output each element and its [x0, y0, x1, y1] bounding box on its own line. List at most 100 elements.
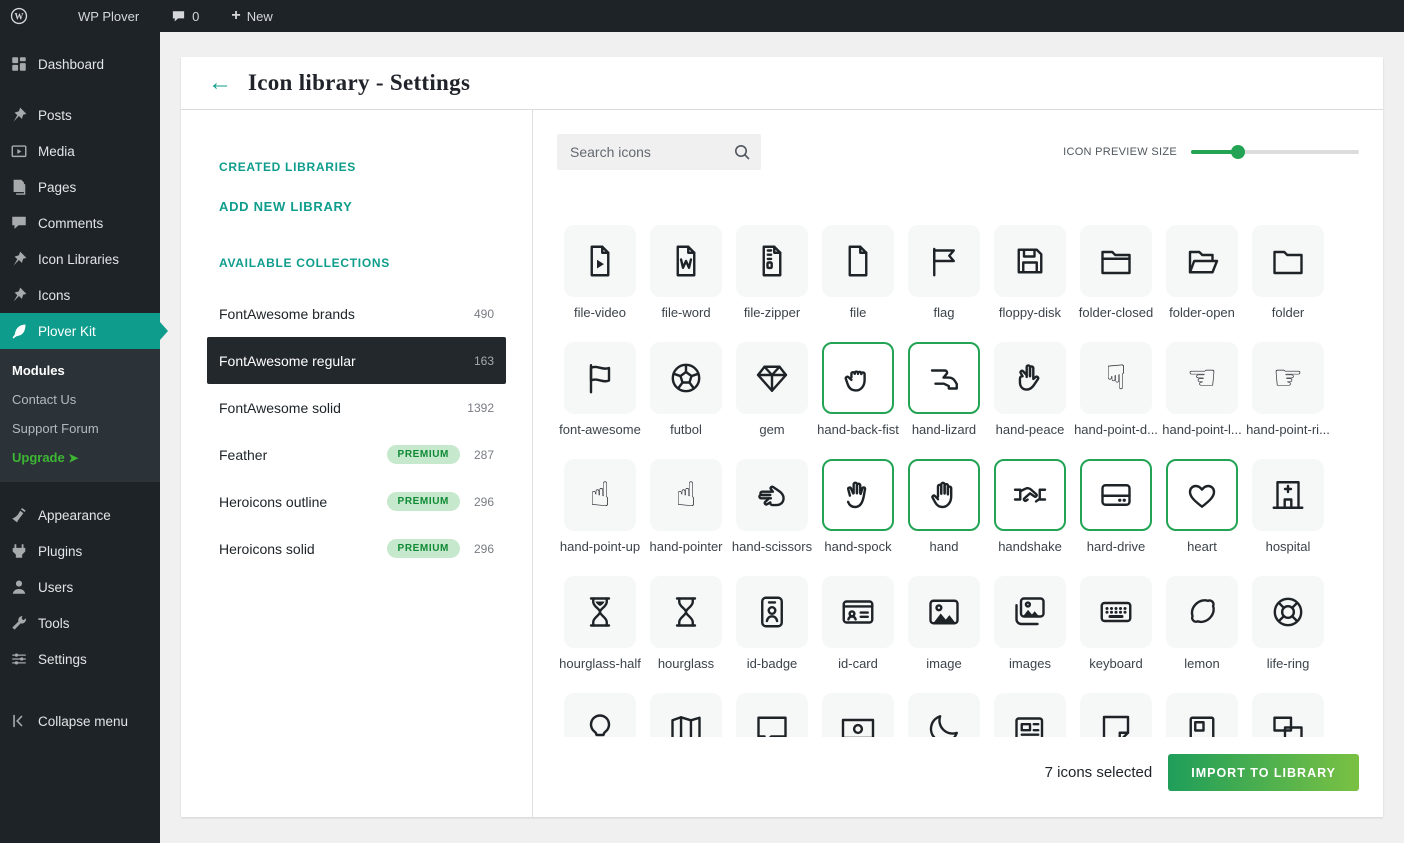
hourglass-icon: [668, 594, 704, 630]
sidebar-item-icons[interactable]: Icons: [0, 277, 160, 313]
submenu-item-upgrade[interactable]: Upgrade ➤: [0, 443, 160, 472]
sidebar-item-icon-libraries[interactable]: Icon Libraries: [0, 241, 160, 277]
icon-tile-font-awesome[interactable]: [564, 342, 636, 414]
icon-tile-object-ungroup[interactable]: [1252, 693, 1324, 737]
icon-tile-file-word[interactable]: [650, 225, 722, 297]
icon-tile-handshake[interactable]: [994, 459, 1066, 531]
icon-label: image: [926, 656, 961, 671]
icon-tile-futbol[interactable]: [650, 342, 722, 414]
icon-tile-newspaper[interactable]: [994, 693, 1066, 737]
icon-cell-object-ungroup: [1245, 693, 1331, 737]
submenu-item-contact-us[interactable]: Contact Us: [0, 385, 160, 414]
icon-tile-gem[interactable]: [736, 342, 808, 414]
icon-cell-futbol: futbol: [643, 342, 729, 437]
sidebar-item-media[interactable]: Media: [0, 133, 160, 169]
icon-tile-hand-back-fist[interactable]: [822, 342, 894, 414]
icon-tile-file-zipper[interactable]: [736, 225, 808, 297]
sidebar-item-label: Tools: [38, 616, 70, 631]
icon-tile-folder-closed[interactable]: [1080, 225, 1152, 297]
icon-cell-hand: hand: [901, 459, 987, 554]
icon-tile-hand[interactable]: [908, 459, 980, 531]
icon-tile-hand-point-left[interactable]: ☜: [1166, 342, 1238, 414]
sidebar-item-collapse-menu[interactable]: Collapse menu: [0, 703, 160, 739]
icon-tile-heart[interactable]: [1166, 459, 1238, 531]
icon-tile-file[interactable]: [822, 225, 894, 297]
sidebar-item-posts[interactable]: Posts: [0, 97, 160, 133]
icon-cell-font-awesome: font-awesome: [557, 342, 643, 437]
icon-cell-moon: [901, 693, 987, 737]
slider-thumb[interactable]: [1231, 145, 1245, 159]
collection-row-feather[interactable]: FeatherPREMIUM287: [207, 431, 506, 478]
hand-pointer-icon: ☝: [676, 478, 697, 512]
svg-text:W: W: [15, 12, 24, 22]
premium-badge: PREMIUM: [387, 539, 460, 558]
import-to-library-button[interactable]: IMPORT TO LIBRARY: [1168, 754, 1359, 791]
icon-tile-hourglass[interactable]: [650, 576, 722, 648]
sidebar-item-appearance[interactable]: Appearance: [0, 497, 160, 533]
icon-tile-folder[interactable]: [1252, 225, 1324, 297]
icon-tile-lightbulb[interactable]: [564, 693, 636, 737]
icon-tile-file-video[interactable]: [564, 225, 636, 297]
icon-tile-hand-pointer[interactable]: ☝: [650, 459, 722, 531]
icon-tile-note-sticky[interactable]: [1080, 693, 1152, 737]
icon-tile-images[interactable]: [994, 576, 1066, 648]
sidebar-item-plugins[interactable]: Plugins: [0, 533, 160, 569]
sidebar-item-label: Pages: [38, 180, 76, 195]
icon-tile-hand-point-down[interactable]: ☟: [1080, 342, 1152, 414]
sidebar-item-settings[interactable]: Settings: [0, 641, 160, 677]
collection-row-fontawesome-solid[interactable]: FontAwesome solid1392: [207, 384, 506, 431]
icon-tile-image[interactable]: [908, 576, 980, 648]
icon-label: font-awesome: [559, 422, 641, 437]
add-new-library-button[interactable]: ADD NEW LIBRARY: [219, 199, 506, 214]
icon-tile-hospital[interactable]: [1252, 459, 1324, 531]
collection-row-heroicons-solid[interactable]: Heroicons solidPREMIUM296: [207, 525, 506, 572]
icon-tile-hand-lizard[interactable]: [908, 342, 980, 414]
icon-tile-money-bill-1[interactable]: [822, 693, 894, 737]
sidebar-item-tools[interactable]: Tools: [0, 605, 160, 641]
icon-tile-flag[interactable]: [908, 225, 980, 297]
icon-tile-hand-point-right[interactable]: ☞: [1252, 342, 1324, 414]
icon-tile-hourglass-half[interactable]: [564, 576, 636, 648]
submenu-item-support-forum[interactable]: Support Forum: [0, 414, 160, 443]
icon-tile-floppy-disk[interactable]: [994, 225, 1066, 297]
moon-icon: [926, 711, 962, 737]
icon-size-slider[interactable]: [1191, 145, 1359, 159]
admin-bar-new[interactable]: + New: [221, 0, 282, 32]
icon-tile-life-ring[interactable]: [1252, 576, 1324, 648]
sidebar-item-plover-kit[interactable]: Plover Kit: [0, 313, 160, 349]
admin-bar-comments[interactable]: 0: [161, 0, 209, 32]
icon-label: heart: [1187, 539, 1217, 554]
icon-tile-keyboard[interactable]: [1080, 576, 1152, 648]
icon-tile-lemon[interactable]: [1166, 576, 1238, 648]
icon-tile-object-group[interactable]: [1166, 693, 1238, 737]
comments-count: 0: [192, 9, 199, 24]
icon-tile-moon[interactable]: [908, 693, 980, 737]
back-button[interactable]: ←: [208, 71, 232, 95]
sidebar-item-pages[interactable]: Pages: [0, 169, 160, 205]
admin-bar-site-name[interactable]: WP Plover: [68, 0, 149, 32]
icon-tile-hand-point-up[interactable]: ☝: [564, 459, 636, 531]
sidebar-item-comments[interactable]: Comments: [0, 205, 160, 241]
sidebar-item-users[interactable]: Users: [0, 569, 160, 605]
collection-row-heroicons-outline[interactable]: Heroicons outlinePREMIUM296: [207, 478, 506, 525]
icon-tile-message[interactable]: [736, 693, 808, 737]
wordpress-logo-icon[interactable]: W: [0, 0, 38, 32]
icon-tile-hand-scissors[interactable]: [736, 459, 808, 531]
icon-tile-map[interactable]: [650, 693, 722, 737]
icon-tile-hand-spock[interactable]: [822, 459, 894, 531]
card-body: CREATED LIBRARIES ADD NEW LIBRARY AVAILA…: [181, 110, 1383, 817]
collection-row-fontawesome-brands[interactable]: FontAwesome brands490: [207, 290, 506, 337]
sidebar-group: AppearancePluginsUsers Tools Settings: [0, 497, 160, 677]
icon-tile-id-badge[interactable]: [736, 576, 808, 648]
sidebar-item-dashboard[interactable]: Dashboard: [0, 46, 160, 82]
pin-icon: [9, 105, 29, 125]
icon-cell-images: images: [987, 576, 1073, 671]
icon-tile-hard-drive[interactable]: [1080, 459, 1152, 531]
icon-tile-id-card[interactable]: [822, 576, 894, 648]
icon-tile-hand-peace[interactable]: [994, 342, 1066, 414]
collection-row-fontawesome-regular[interactable]: FontAwesome regular163: [207, 337, 506, 384]
search-input[interactable]: [557, 134, 761, 170]
submenu-item-modules[interactable]: Modules: [0, 356, 160, 385]
icon-tile-folder-open[interactable]: [1166, 225, 1238, 297]
sidebar-item-label: Media: [38, 144, 75, 159]
